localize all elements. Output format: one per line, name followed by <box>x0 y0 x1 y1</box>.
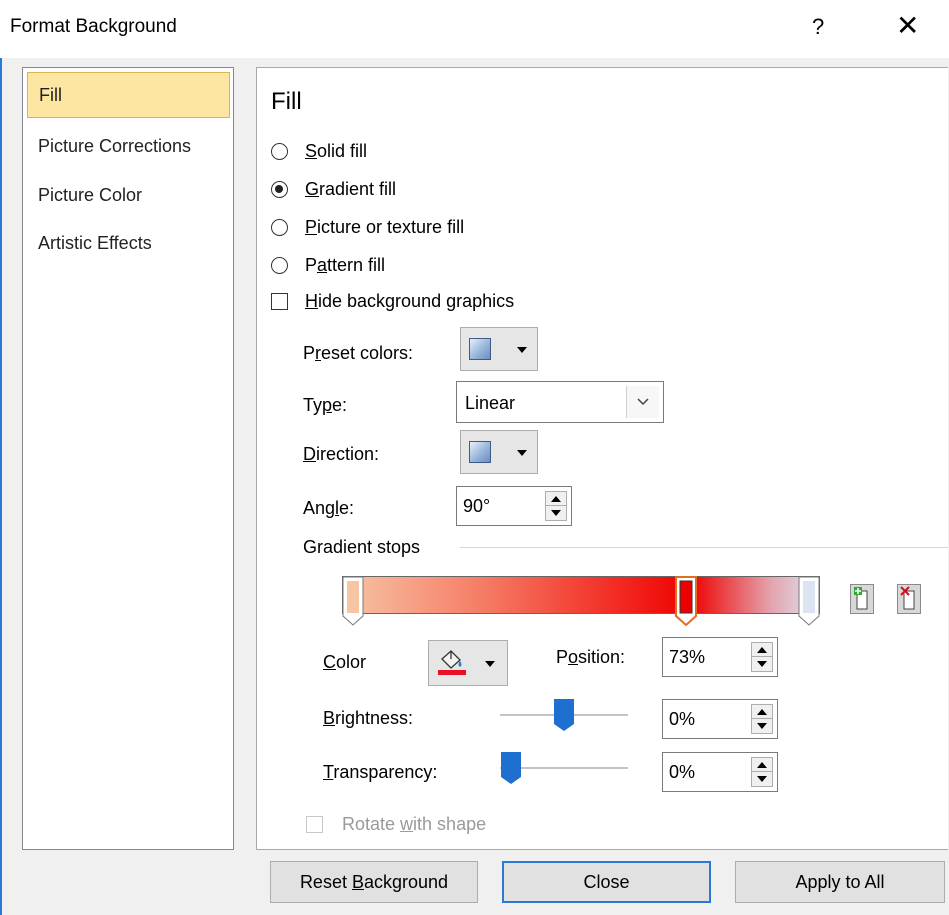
sidebar-item-picture-color[interactable]: Picture Color <box>27 174 230 220</box>
direction-label: Direction: <box>303 444 380 464</box>
transparency-spinner[interactable]: 0% <box>662 752 778 792</box>
rotate-with-shape-checkbox[interactable] <box>306 816 323 833</box>
position-value: 73% <box>669 647 706 667</box>
gradient-stop[interactable] <box>798 576 820 626</box>
gradient-stop-selected[interactable] <box>674 576 697 626</box>
preset-colors-dropdown[interactable] <box>460 327 538 371</box>
reset-background-button[interactable]: Reset Background <box>270 861 478 903</box>
brightness-slider-thumb[interactable] <box>553 698 575 732</box>
transparency-slider-thumb[interactable] <box>500 751 522 785</box>
chevron-down-icon[interactable] <box>626 386 659 418</box>
position-spin-buttons[interactable] <box>751 642 773 672</box>
brightness-label: Brightness: <box>323 708 414 728</box>
angle-spinner[interactable]: 90° <box>456 486 572 526</box>
pattern-fill-radio[interactable] <box>271 257 288 274</box>
dropdown-arrow-icon <box>517 450 527 456</box>
gradient-swatch-icon <box>469 441 491 463</box>
angle-value: 90° <box>463 496 491 516</box>
gradient-fill-radio[interactable] <box>271 181 288 198</box>
position-label: Position: <box>556 647 626 667</box>
dropdown-arrow-icon <box>517 347 527 353</box>
rotate-with-shape-label[interactable]: Rotate with shape <box>342 814 486 835</box>
gradient-swatch-icon <box>469 338 491 360</box>
sidebar-item-fill[interactable]: Fill <box>27 72 230 118</box>
gradient-stops-label: Gradient stops <box>303 537 421 557</box>
type-select[interactable]: Linear <box>456 381 664 423</box>
section-heading: Fill <box>271 88 302 115</box>
help-button[interactable]: ? <box>812 14 824 40</box>
transparency-value: 0% <box>669 762 696 782</box>
brightness-spinner[interactable]: 0% <box>662 699 778 739</box>
type-select-value: Linear <box>465 393 516 413</box>
sidebar: Fill Picture Corrections Picture Color A… <box>22 67 234 850</box>
close-icon[interactable]: ✕ <box>896 9 919 42</box>
apply-to-all-button[interactable]: Apply to All <box>735 861 945 903</box>
angle-spin-buttons[interactable] <box>545 491 567 521</box>
transparency-spin-buttons[interactable] <box>751 757 773 787</box>
gradient-fill-label[interactable]: Gradient fill <box>305 179 396 200</box>
color-label: Color <box>323 652 367 672</box>
solid-fill-label[interactable]: Solid fill <box>305 141 367 162</box>
dropdown-arrow-icon <box>485 661 495 667</box>
brightness-spin-buttons[interactable] <box>751 704 773 734</box>
direction-dropdown[interactable] <box>460 430 538 474</box>
gradient-bar[interactable] <box>342 576 820 614</box>
picture-fill-radio[interactable] <box>271 219 288 236</box>
solid-fill-radio[interactable] <box>271 143 288 160</box>
hide-bg-graphics-label[interactable]: Hide background graphics <box>305 291 514 312</box>
sidebar-item-picture-corrections[interactable]: Picture Corrections <box>27 125 230 171</box>
transparency-label: Transparency: <box>323 762 438 782</box>
pattern-fill-label[interactable]: Pattern fill <box>305 255 385 276</box>
brightness-value: 0% <box>669 709 696 729</box>
angle-label: Angle: <box>303 498 355 518</box>
picture-fill-label[interactable]: Picture or texture fill <box>305 217 464 238</box>
hide-bg-graphics-checkbox[interactable] <box>271 293 288 310</box>
color-dropdown[interactable] <box>428 640 508 686</box>
preset-colors-label: Preset colors: <box>303 343 414 363</box>
paint-bucket-icon <box>438 650 466 675</box>
gradient-stop[interactable] <box>342 576 364 626</box>
window-edge <box>0 58 2 915</box>
position-spinner[interactable]: 73% <box>662 637 778 677</box>
type-label: Type: <box>303 395 348 415</box>
separator <box>460 547 948 548</box>
remove-stop-icon[interactable] <box>897 584 921 614</box>
dialog-title: Format Background <box>10 16 177 37</box>
sidebar-item-artistic-effects[interactable]: Artistic Effects <box>27 222 230 268</box>
add-stop-icon[interactable] <box>850 584 874 614</box>
close-button[interactable]: Close <box>502 861 711 903</box>
